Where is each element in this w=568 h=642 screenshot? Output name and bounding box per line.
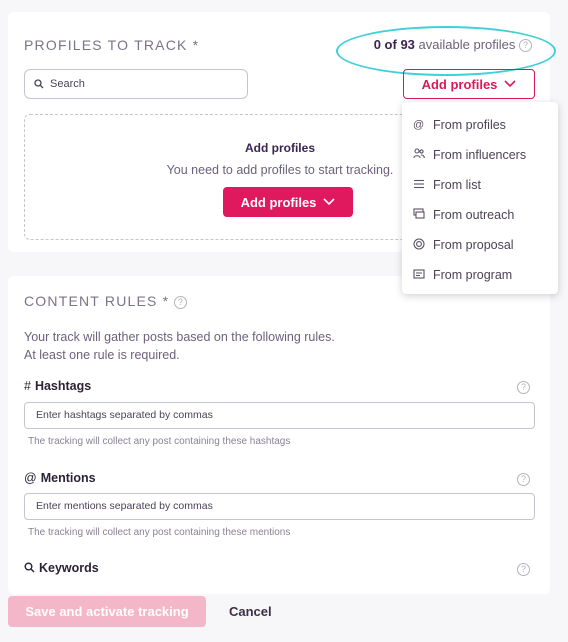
mentions-hint: The tracking will collect any post conta… <box>28 527 291 538</box>
menu-item-label: From influencers <box>433 148 527 162</box>
search-placeholder: Search <box>50 78 85 90</box>
profiles-section-title: PROFILES TO TRACK * <box>24 37 200 53</box>
keyword-search-icon <box>24 562 35 573</box>
menu-item-from-proposal[interactable]: From proposal <box>402 230 558 260</box>
menu-item-from-profiles[interactable]: @ From profiles <box>402 110 558 140</box>
hash-icon: # <box>24 379 31 393</box>
menu-item-from-list[interactable]: From list <box>402 170 558 200</box>
menu-item-label: From proposal <box>433 238 514 252</box>
help-icon[interactable]: ? <box>517 473 530 486</box>
ticket-icon <box>413 268 429 282</box>
add-profiles-dropdown-button[interactable]: Add profiles <box>403 69 535 99</box>
list-icon <box>413 179 429 192</box>
search-icon <box>34 79 44 89</box>
outreach-icon <box>413 208 429 222</box>
help-icon[interactable]: ? <box>517 381 530 394</box>
menu-item-label: From profiles <box>433 118 506 132</box>
menu-item-label: From list <box>433 178 481 192</box>
add-profiles-primary-button[interactable]: Add profiles <box>223 187 353 217</box>
content-rules-description: Your track will gather posts based on th… <box>24 328 335 364</box>
mentions-label: @ Mentions <box>24 471 96 485</box>
chevron-down-icon <box>323 198 335 206</box>
menu-item-label: From outreach <box>433 208 515 222</box>
cancel-button[interactable]: Cancel <box>229 604 272 619</box>
description-line-2: At least one rule is required. <box>24 348 180 362</box>
at-icon: @ <box>413 119 425 131</box>
mentions-placeholder: Enter mentions separated by commas <box>36 500 213 512</box>
menu-item-label: From program <box>433 268 513 282</box>
save-and-activate-button[interactable]: Save and activate tracking <box>8 596 206 627</box>
description-line-1: Your track will gather posts based on th… <box>24 330 335 344</box>
hashtags-hint: The tracking will collect any post conta… <box>28 436 291 447</box>
menu-item-from-outreach[interactable]: From outreach <box>402 200 558 230</box>
keywords-label: Keywords <box>24 561 99 575</box>
at-icon: @ <box>24 471 37 485</box>
help-icon[interactable]: ? <box>174 295 188 309</box>
menu-item-from-program[interactable]: From program <box>402 260 558 290</box>
form-footer: Save and activate tracking Cancel <box>0 594 568 642</box>
add-profiles-label: Add profiles <box>421 76 498 92</box>
menu-item-from-influencers[interactable]: From influencers <box>402 140 558 170</box>
mentions-label-text: Mentions <box>40 471 96 485</box>
keywords-label-text: Keywords <box>39 561 99 575</box>
hashtags-input[interactable]: Enter hashtags separated by commas <box>24 402 535 429</box>
chevron-down-icon <box>504 80 516 88</box>
help-icon[interactable]: ? <box>517 563 530 576</box>
content-rules-title: CONTENT RULES * ? <box>24 293 188 309</box>
people-icon <box>413 148 429 162</box>
content-rules-title-text: CONTENT RULES * <box>24 293 170 309</box>
hashtags-label-text: Hashtags <box>34 379 92 393</box>
add-profiles-primary-label: Add profiles <box>240 194 317 210</box>
hashtags-placeholder: Enter hashtags separated by commas <box>36 409 213 421</box>
mentions-input[interactable]: Enter mentions separated by commas <box>24 493 535 520</box>
target-icon <box>413 237 429 253</box>
hashtags-label: # Hashtags <box>24 379 91 393</box>
profiles-search-input[interactable]: Search <box>24 69 248 99</box>
content-rules-card: CONTENT RULES * ? Your track will gather… <box>8 276 550 594</box>
add-profiles-menu: @ From profiles From influencers From li… <box>402 102 558 294</box>
